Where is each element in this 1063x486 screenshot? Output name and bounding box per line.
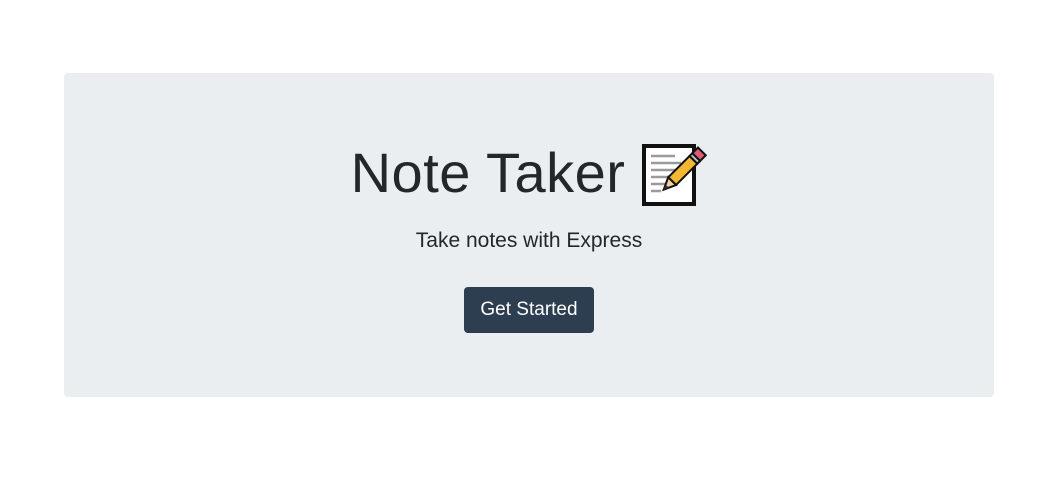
get-started-button[interactable]: Get Started	[464, 287, 594, 333]
page-title: Note Taker	[64, 139, 994, 207]
memo-icon	[641, 143, 708, 207]
page: Note Taker Take notes with Express Get S…	[0, 0, 1063, 486]
subtitle: Take notes with Express	[415, 229, 643, 252]
hero-banner: Note Taker Take notes with Express Get S…	[64, 73, 994, 397]
title-text: Note Taker	[350, 141, 626, 204]
